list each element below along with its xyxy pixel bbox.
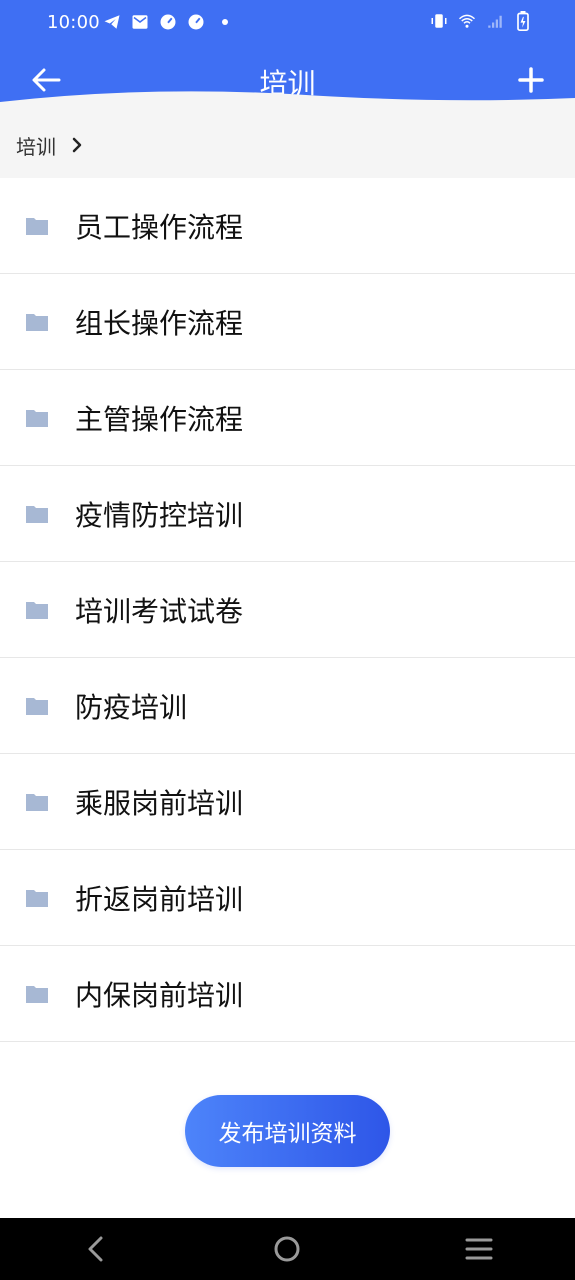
folder-list: 员工操作流程 组长操作流程 主管操作流程 疫情防控培训 培训考试试卷 防疫培训 … — [0, 178, 575, 1042]
list-item-label: 折返岗前培训 — [75, 882, 244, 916]
list-item-label: 内保岗前培训 — [75, 978, 244, 1012]
folder-icon — [26, 217, 48, 235]
nav-back-button[interactable] — [66, 1219, 126, 1279]
list-item[interactable]: 内保岗前培训 — [0, 946, 575, 1042]
screen: 10:00 培训 培训 员工操作流程 组长操作流程 主管操作流程 疫情防控培训 … — [0, 0, 575, 1280]
status-icons-left — [102, 12, 228, 32]
wifi-icon — [457, 11, 477, 31]
list-item[interactable]: 培训考试试卷 — [0, 562, 575, 658]
folder-icon — [26, 313, 48, 331]
mail-icon — [130, 12, 150, 32]
list-item[interactable]: 疫情防控培训 — [0, 466, 575, 562]
vibrate-icon — [429, 11, 449, 31]
list-item[interactable]: 员工操作流程 — [0, 178, 575, 274]
telegram-icon — [102, 12, 122, 32]
list-item[interactable]: 防疫培训 — [0, 658, 575, 754]
folder-icon — [26, 409, 48, 427]
breadcrumb-item[interactable]: 培训 — [16, 131, 56, 160]
nav-home-button[interactable] — [257, 1219, 317, 1279]
folder-icon — [26, 601, 48, 619]
list-item[interactable]: 折返岗前培训 — [0, 850, 575, 946]
nav-recents-button[interactable] — [449, 1219, 509, 1279]
list-item-label: 员工操作流程 — [75, 210, 244, 244]
list-item-label: 防疫培训 — [75, 690, 188, 724]
recents-nav-icon — [465, 1238, 493, 1260]
publish-training-button[interactable]: 发布培训资料 — [185, 1095, 390, 1167]
status-bar: 10:00 — [0, 0, 575, 48]
list-item[interactable]: 主管操作流程 — [0, 370, 575, 466]
status-icons-right — [429, 11, 533, 31]
back-nav-icon — [88, 1236, 103, 1262]
breadcrumb: 培训 — [0, 112, 575, 178]
folder-icon — [26, 985, 48, 1003]
home-nav-icon — [274, 1236, 300, 1262]
list-item-label: 乘服岗前培训 — [75, 786, 244, 820]
list-item-label: 主管操作流程 — [75, 402, 244, 436]
list-item[interactable]: 乘服岗前培训 — [0, 754, 575, 850]
battery-icon — [513, 11, 533, 31]
app-header: 10:00 培训 — [0, 0, 575, 116]
list-item-label: 疫情防控培训 — [75, 498, 244, 532]
signal-icon — [485, 11, 505, 31]
status-time: 10:00 — [47, 12, 100, 33]
folder-icon — [26, 505, 48, 523]
chevron-right-icon — [72, 137, 82, 153]
speedometer-icon — [158, 12, 178, 32]
folder-icon — [26, 697, 48, 715]
list-item-label: 培训考试试卷 — [75, 594, 244, 628]
dot-icon — [222, 19, 228, 25]
speedometer-icon-2 — [186, 12, 206, 32]
list-item[interactable]: 组长操作流程 — [0, 274, 575, 370]
system-nav-bar — [0, 1218, 575, 1280]
folder-icon — [26, 889, 48, 907]
folder-icon — [26, 793, 48, 811]
list-item-label: 组长操作流程 — [75, 306, 244, 340]
